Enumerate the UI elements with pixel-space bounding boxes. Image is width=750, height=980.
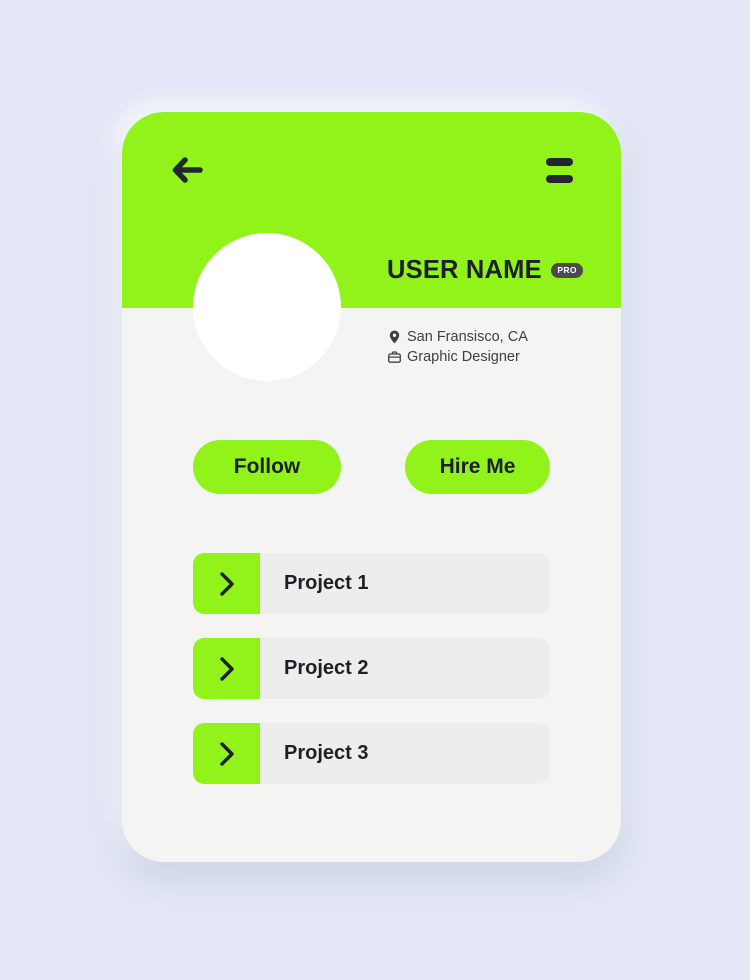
profile-meta: San Fransisco, CA Graphic Designer xyxy=(388,329,528,369)
follow-button[interactable]: Follow xyxy=(193,440,341,494)
chevron-right-icon[interactable] xyxy=(193,553,260,614)
hamburger-menu-icon xyxy=(545,157,573,166)
briefcase-icon xyxy=(388,350,401,364)
project-list: Project 1 Project 2 Project 3 xyxy=(193,553,550,808)
status-badge: PRO xyxy=(550,262,584,279)
page-title: USER NAME xyxy=(387,256,542,284)
job-title-text: Graphic Designer xyxy=(407,349,520,365)
map-pin-icon xyxy=(388,330,401,344)
list-item-label: Project 3 xyxy=(284,742,369,764)
arrow-left-icon xyxy=(172,157,203,183)
list-item-label: Project 2 xyxy=(284,657,369,679)
list-item[interactable]: Project 2 xyxy=(193,638,550,699)
location-row: San Fransisco, CA xyxy=(388,329,528,345)
avatar[interactable] xyxy=(193,233,341,381)
list-item-label: Project 1 xyxy=(284,572,369,594)
list-item[interactable]: Project 1 xyxy=(193,553,550,614)
job-row: Graphic Designer xyxy=(388,349,528,365)
back-button[interactable] xyxy=(164,148,208,192)
name-row: USER NAME PRO xyxy=(387,256,584,285)
profile-card: USER NAME PRO San Fransisco, CA Graphic xyxy=(122,112,621,862)
chevron-right-icon[interactable] xyxy=(193,723,260,784)
hire-me-button[interactable]: Hire Me xyxy=(405,440,550,494)
hamburger-menu-icon-bar-2 xyxy=(545,174,573,183)
list-item[interactable]: Project 3 xyxy=(193,723,550,784)
menu-button[interactable] xyxy=(537,148,581,192)
chevron-right-icon[interactable] xyxy=(193,638,260,699)
location-text: San Fransisco, CA xyxy=(407,329,528,345)
